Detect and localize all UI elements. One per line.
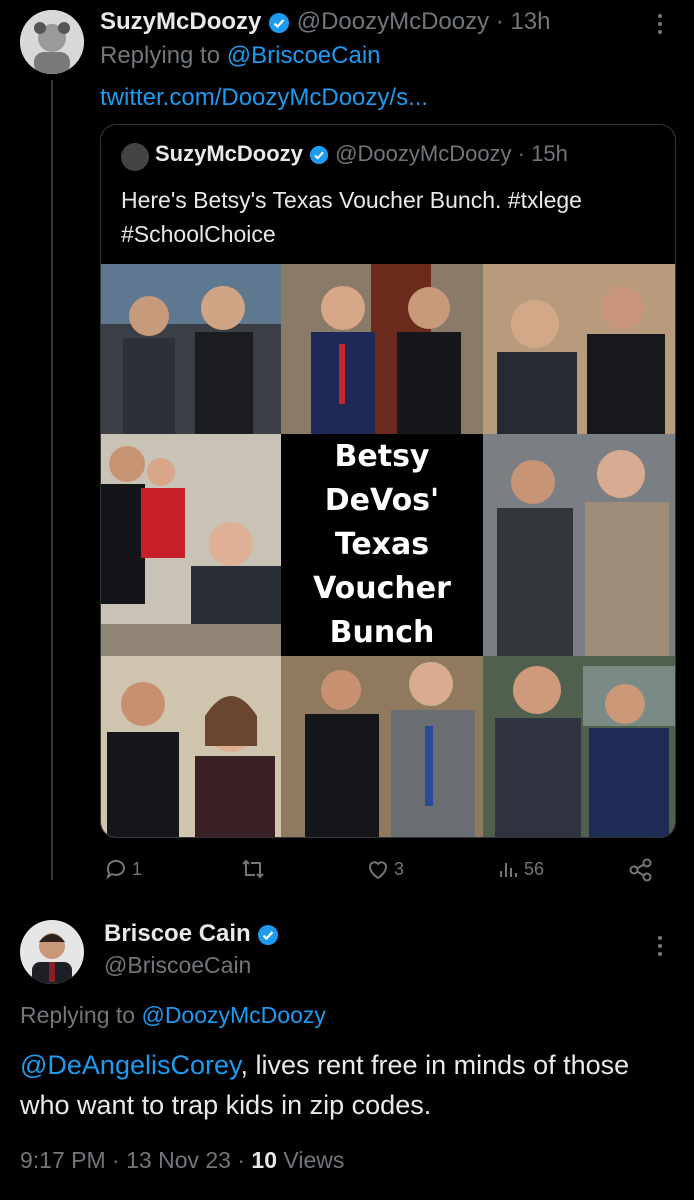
photo-collage[interactable]: Betsy DeVos' Texas Voucher Bunch (101, 264, 675, 837)
replying-to-link[interactable]: @BriscoeCain (227, 42, 381, 69)
like-icon (369, 861, 387, 880)
retweet-button[interactable] (240, 857, 266, 881)
share-icon (629, 858, 652, 882)
tweet2-name[interactable]: Briscoe Cain (104, 920, 251, 947)
tweet1-handle[interactable]: @DoozyMcDoozy (297, 8, 489, 35)
photo-two-men-suits (101, 264, 281, 434)
tweet2-handle[interactable]: @BriscoeCain (104, 952, 251, 979)
retweet-icon (242, 859, 264, 879)
quote-text: Here's Betsy's Texas Voucher Bunch. #txl… (121, 187, 582, 247)
collage-photo[interactable] (483, 264, 675, 434)
photo-two-men-suits (483, 434, 675, 656)
reply-icon (106, 859, 125, 880)
photo-two-men-suits (483, 264, 675, 434)
separator-dot: · (511, 141, 532, 166)
more-icon[interactable] (657, 936, 663, 956)
tweet2-meta: 9:17 PM · 13 Nov 23 · 10 Views (20, 1147, 344, 1174)
collage-photo[interactable] (281, 264, 483, 434)
collage-photo[interactable] (483, 434, 675, 656)
reply-button[interactable]: 1 (104, 857, 142, 881)
tweet2-views-count: 10 (251, 1147, 278, 1173)
photo-man-and-woman (101, 656, 281, 837)
avatar-photo (20, 10, 84, 74)
photo-two-men-suits (483, 656, 675, 837)
verified-icon (269, 12, 290, 33)
tweet2-replying: Replying to @DoozyMcDoozy (20, 1002, 326, 1029)
tweet2-text: @DeAngelisCorey, lives rent free in mind… (20, 1045, 680, 1125)
quote-handle: @DoozyMcDoozy (335, 141, 512, 166)
separator-dot: · (230, 1147, 252, 1173)
tweet1-replying: Replying to @BriscoeCain (100, 42, 381, 70)
separator-dot: · (105, 1147, 127, 1173)
tweet2-date[interactable]: 13 Nov 23 (126, 1147, 231, 1173)
replying-label: Replying to (100, 42, 221, 69)
collage-photo[interactable] (101, 434, 281, 656)
share-button[interactable] (628, 857, 654, 883)
views-button[interactable]: 56 (498, 857, 544, 881)
quoted-tweet[interactable]: SuzyMcDoozy @DoozyMcDoozy · 15h Here's B… (100, 124, 676, 838)
like-button[interactable]: 3 (366, 857, 404, 881)
photo-two-men-suits (281, 264, 483, 434)
views-count: 56 (524, 858, 545, 879)
tweet1-link[interactable]: twitter.com/DoozyMcDoozy/s... (100, 84, 428, 112)
mention-link[interactable]: @DeAngelisCorey (20, 1050, 241, 1080)
tweet2-time[interactable]: 9:17 PM (20, 1147, 106, 1173)
replying-to-link[interactable]: @DoozyMcDoozy (141, 1002, 325, 1028)
collage-photo[interactable] (281, 656, 483, 837)
photo-thumbs-up (281, 656, 483, 837)
tweet1-time[interactable]: 13h (510, 8, 550, 35)
separator-dot: · (489, 8, 511, 35)
tweet2-views-label: Views (283, 1147, 345, 1173)
photo-group-handshake (101, 434, 281, 656)
collage-photo[interactable] (101, 656, 281, 837)
quote-time: 15h (531, 141, 568, 166)
reply-count: 1 (132, 858, 143, 879)
quote-name: SuzyMcDoozy (155, 141, 303, 166)
views-icon (500, 863, 517, 877)
avatar-suzymcdoozy[interactable] (20, 10, 84, 74)
like-count: 3 (394, 858, 405, 879)
collage-title: Betsy DeVos' Texas Voucher Bunch (313, 439, 451, 650)
tweet1-name[interactable]: SuzyMcDoozy (100, 8, 261, 35)
avatar-photo (20, 920, 84, 984)
avatar-briscoecain[interactable] (20, 920, 84, 984)
tweet1-header: SuzyMcDoozy @DoozyMcDoozy · 13h (100, 8, 551, 36)
tweet2-header: Briscoe Cain (104, 920, 279, 948)
collage-photo[interactable] (483, 656, 675, 837)
action-bar: 1 3 56 (0, 855, 694, 887)
collage-title-panel: Betsy DeVos' Texas Voucher Bunch (281, 434, 483, 656)
collage-photo[interactable] (101, 264, 281, 434)
verified-icon (309, 146, 329, 165)
replying-label: Replying to (20, 1002, 136, 1028)
thread-line (51, 80, 53, 880)
more-icon[interactable] (657, 14, 663, 34)
verified-icon (258, 924, 279, 945)
quote-header: SuzyMcDoozy @DoozyMcDoozy · 15h (121, 141, 568, 167)
